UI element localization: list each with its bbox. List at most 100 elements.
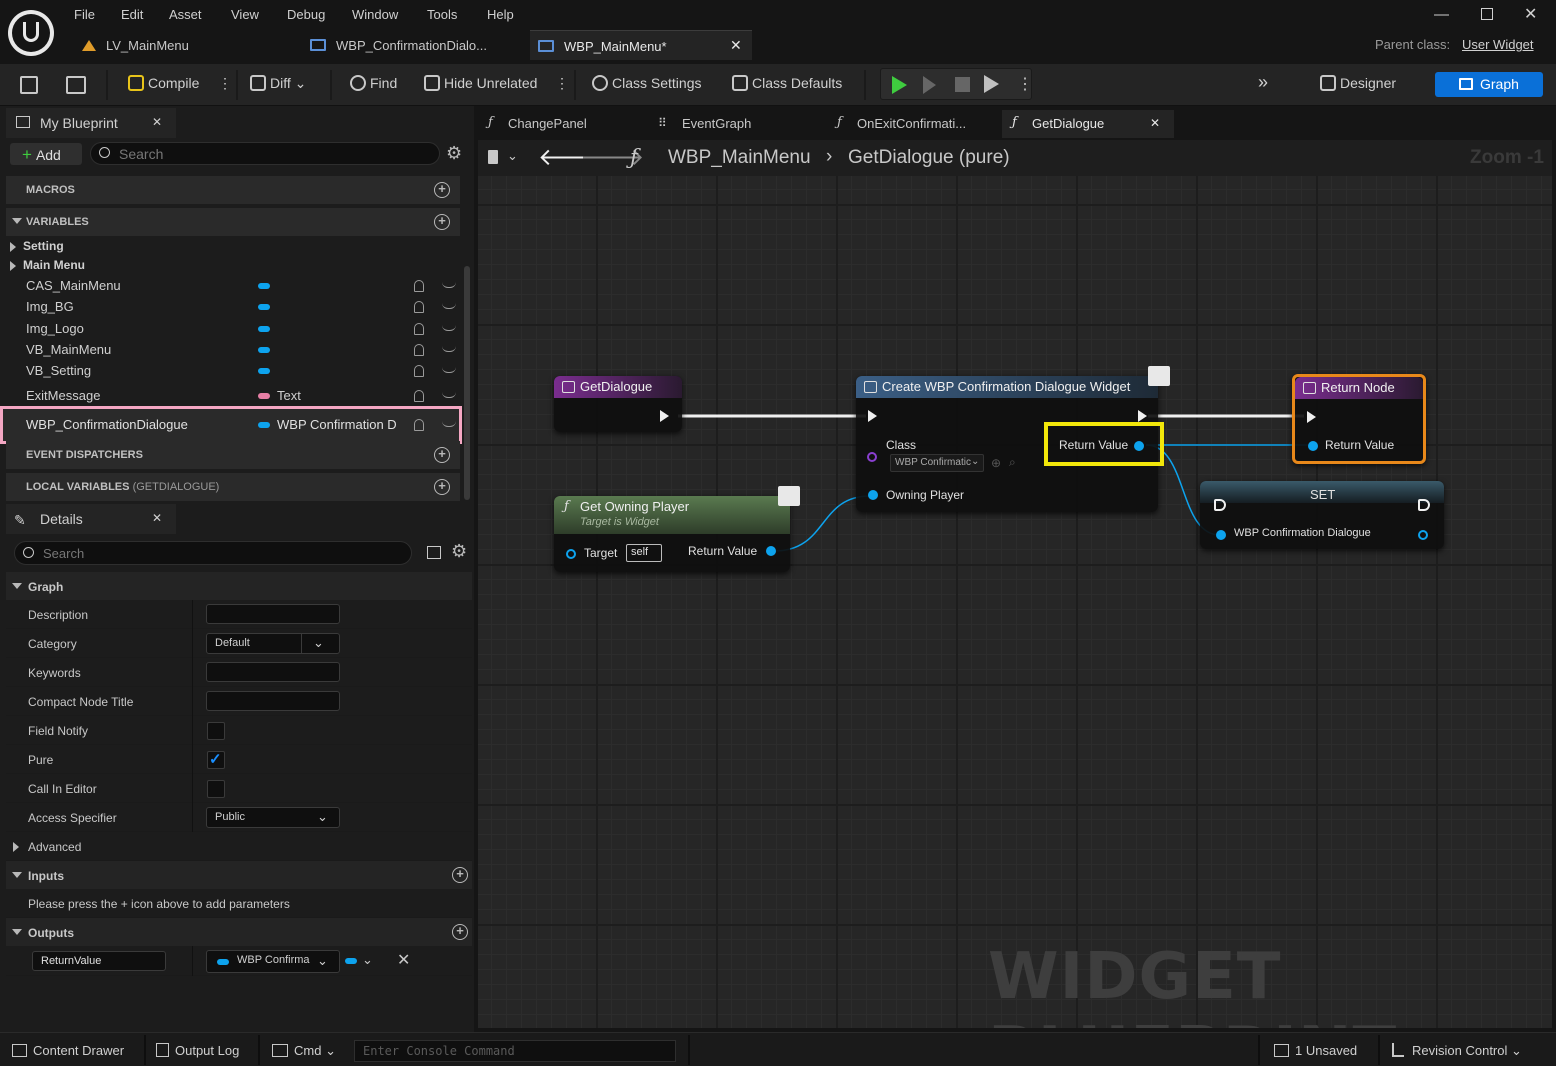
- chevron-down-icon[interactable]: ⌄: [507, 148, 518, 164]
- compact-node-title-input[interactable]: [206, 691, 340, 711]
- output-type-combo[interactable]: WBP Confirma ⌄: [206, 950, 340, 973]
- class-defaults-button[interactable]: Class Defaults: [732, 75, 842, 91]
- settings-gear-icon[interactable]: ⚙: [446, 143, 462, 164]
- eye-closed-icon[interactable]: [442, 421, 456, 427]
- description-input[interactable]: [206, 604, 340, 624]
- exec-in-pin[interactable]: [1307, 411, 1316, 423]
- parent-class-link[interactable]: User Widget: [1462, 37, 1534, 52]
- variable-row[interactable]: Img_BG: [6, 298, 460, 319]
- cmd-button[interactable]: Cmd ⌄: [272, 1043, 336, 1059]
- owning-player-pin[interactable]: [868, 490, 878, 500]
- add-macro-icon[interactable]: +: [434, 182, 450, 198]
- close-window-icon[interactable]: ✕: [1524, 4, 1537, 24]
- category-main-menu[interactable]: Main Menu: [6, 257, 460, 278]
- tab-get-dialogue[interactable]: ƒ GetDialogue ✕: [1002, 110, 1174, 138]
- scrollbar[interactable]: [464, 266, 470, 500]
- menu-view[interactable]: View: [231, 7, 259, 22]
- event-dispatchers-section[interactable]: EVENT DISPATCHERS +: [6, 441, 460, 469]
- inputs-section[interactable]: Inputs +: [6, 861, 472, 889]
- container-type-icon[interactable]: [345, 958, 357, 964]
- add-variable-icon[interactable]: +: [434, 214, 450, 230]
- details-search-input[interactable]: Search: [14, 541, 412, 565]
- use-asset-icon[interactable]: ⊕: [991, 456, 1001, 470]
- return-value-pin[interactable]: [766, 546, 776, 556]
- eye-closed-icon[interactable]: [442, 392, 456, 398]
- graph-mode-button[interactable]: Graph: [1435, 72, 1543, 97]
- advanced-row[interactable]: Advanced: [6, 832, 472, 861]
- doc-tab-wbp-mainmenu[interactable]: WBP_MainMenu* ✕: [530, 30, 752, 60]
- menu-asset[interactable]: Asset: [169, 7, 202, 22]
- variable-row[interactable]: VB_MainMenu: [6, 341, 460, 362]
- eye-closed-icon[interactable]: [442, 367, 456, 373]
- call-in-editor-checkbox[interactable]: [207, 780, 225, 798]
- value-out-pin[interactable]: [1418, 530, 1428, 540]
- menu-window[interactable]: Window: [352, 7, 398, 22]
- variable-row[interactable]: VB_Setting: [6, 362, 460, 383]
- tab-event-graph[interactable]: ⠿ EventGraph: [652, 110, 822, 138]
- return-value-pin[interactable]: [1308, 441, 1318, 451]
- diff-button[interactable]: Diff ⌄: [250, 75, 306, 92]
- content-drawer-button[interactable]: Content Drawer: [12, 1043, 124, 1058]
- eye-closed-icon[interactable]: [442, 346, 456, 352]
- play-icon[interactable]: [892, 76, 907, 94]
- find-button[interactable]: Find: [350, 75, 397, 91]
- set-variable-node[interactable]: SET WBP Confirmation Dialogue: [1200, 481, 1444, 549]
- save-icon[interactable]: [20, 76, 38, 94]
- browse-asset-icon[interactable]: ⌕: [1009, 455, 1016, 470]
- variable-row-selected[interactable]: WBP_ConfirmationDialogue WBP Confirmatio…: [0, 406, 462, 444]
- play-options-icon[interactable]: ⋮: [1017, 74, 1033, 94]
- pure-checkbox[interactable]: ✓: [207, 751, 225, 769]
- variable-row[interactable]: CAS_MainMenu: [6, 277, 460, 298]
- stop-icon[interactable]: [955, 77, 970, 92]
- blueprint-search-input[interactable]: Search: [90, 142, 440, 165]
- settings-gear-icon[interactable]: ⚙: [451, 541, 467, 562]
- bell-icon[interactable]: [414, 365, 424, 377]
- exec-in-pin[interactable]: [868, 410, 877, 422]
- chevron-down-icon[interactable]: ⌄: [362, 952, 373, 968]
- tab-on-exit-confirmation[interactable]: ƒ OnExitConfirmati...: [827, 110, 997, 138]
- variable-row[interactable]: Img_Logo: [6, 320, 460, 341]
- browse-icon[interactable]: [66, 76, 86, 94]
- add-local-variable-icon[interactable]: +: [434, 479, 450, 495]
- bell-icon[interactable]: [414, 323, 424, 335]
- table-view-icon[interactable]: [427, 546, 441, 559]
- return-value-pin[interactable]: [1134, 441, 1144, 451]
- eye-closed-icon[interactable]: [442, 303, 456, 309]
- revision-control-button[interactable]: Revision Control ⌄: [1392, 1043, 1522, 1059]
- add-output-icon[interactable]: +: [452, 924, 468, 940]
- unsaved-button[interactable]: 1 Unsaved: [1274, 1043, 1357, 1058]
- outputs-section[interactable]: Outputs +: [6, 918, 472, 946]
- menu-tools[interactable]: Tools: [427, 7, 457, 22]
- output-log-button[interactable]: Output Log: [156, 1043, 239, 1058]
- close-icon[interactable]: ✕: [1150, 116, 1160, 130]
- bell-icon[interactable]: [414, 280, 424, 292]
- exec-out-pin[interactable]: [660, 410, 669, 422]
- close-icon[interactable]: ✕: [730, 37, 742, 54]
- macros-section[interactable]: MACROS +: [6, 176, 460, 204]
- maximize-icon[interactable]: [1481, 8, 1493, 20]
- add-input-icon[interactable]: +: [452, 867, 468, 883]
- simulate-icon[interactable]: [984, 75, 999, 93]
- tab-details[interactable]: ✎ Details ✕: [6, 504, 176, 534]
- local-variables-section[interactable]: LOCAL VARIABLES (GETDIALOGUE) +: [6, 473, 460, 501]
- graph-section[interactable]: Graph: [6, 572, 472, 600]
- hide-unrelated-button[interactable]: Hide Unrelated: [424, 75, 537, 91]
- keywords-input[interactable]: [206, 662, 340, 682]
- menu-debug[interactable]: Debug: [287, 7, 325, 22]
- field-notify-checkbox[interactable]: [207, 722, 225, 740]
- return-node[interactable]: Return Node Return Value: [1292, 374, 1426, 464]
- add-button[interactable]: + Add: [10, 143, 82, 165]
- exec-out-pin[interactable]: [1418, 499, 1430, 511]
- bell-icon[interactable]: [414, 344, 424, 356]
- hide-options-icon[interactable]: ⋮: [555, 75, 569, 92]
- value-in-pin[interactable]: [1216, 530, 1226, 540]
- breadcrumb-root[interactable]: WBP_MainMenu: [668, 147, 811, 169]
- compile-options-icon[interactable]: ⋮: [218, 75, 232, 92]
- eye-closed-icon[interactable]: [442, 325, 456, 331]
- get-owning-player-node[interactable]: ƒ Get Owning Player Target is Widget Targe…: [554, 496, 790, 572]
- exec-in-pin[interactable]: [1214, 499, 1226, 511]
- class-settings-button[interactable]: Class Settings: [592, 75, 701, 91]
- compile-button[interactable]: Compile: [128, 75, 199, 91]
- category-combo[interactable]: Default ⌄: [206, 633, 340, 654]
- menu-help[interactable]: Help: [487, 7, 514, 22]
